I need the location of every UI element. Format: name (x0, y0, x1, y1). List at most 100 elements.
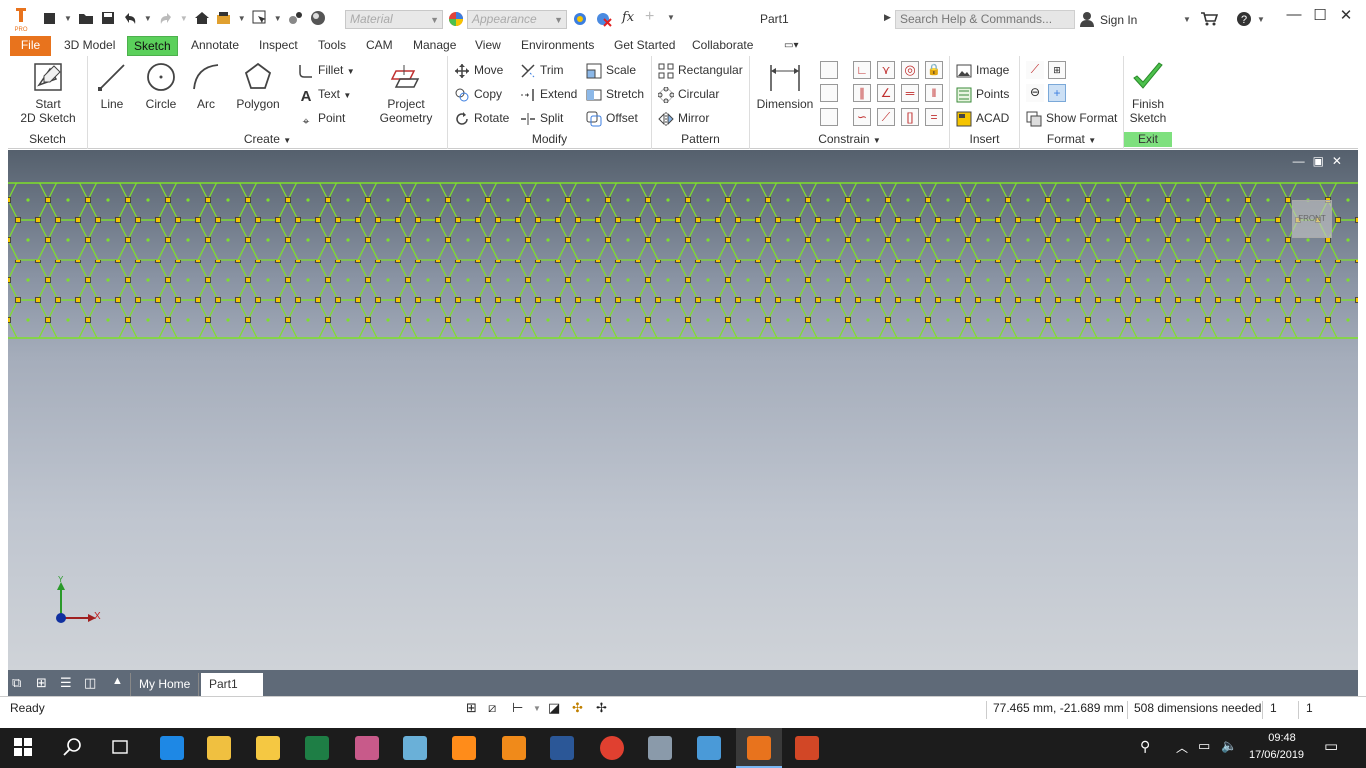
driven-dimension-icon[interactable]: + (1048, 84, 1066, 102)
symmetric-constraint-icon[interactable]: [] (901, 108, 919, 126)
tile-windows-icon[interactable]: ⊞ (36, 675, 47, 691)
project-icon[interactable] (216, 10, 232, 26)
text-button[interactable]: A Text ▼ (298, 84, 352, 105)
word-icon[interactable] (550, 736, 574, 760)
coincident-constraint-icon[interactable]: ∠ (877, 84, 895, 102)
smooth-constraint-icon[interactable]: ∽ (853, 108, 871, 126)
save-icon[interactable] (100, 10, 116, 26)
move-button[interactable]: Move (454, 60, 503, 80)
sign-in-dropdown-icon[interactable]: ▼ (1183, 15, 1191, 24)
vlc-icon[interactable] (502, 736, 526, 760)
tile-horizontal-icon[interactable]: ☰ (60, 675, 72, 691)
tab-cam[interactable]: CAM (360, 36, 399, 56)
center-point-icon[interactable]: ⊖ (1026, 84, 1044, 102)
snap-icon[interactable]: ✢ (596, 700, 607, 716)
mirror-button[interactable]: Mirror (658, 108, 709, 128)
dimension-display-icon[interactable]: ⊢ (512, 700, 523, 716)
select-dropdown-icon[interactable]: ▼ (274, 14, 282, 23)
excel-icon[interactable] (305, 736, 329, 760)
notifications-icon[interactable]: ▭ (1324, 737, 1338, 755)
tab-tools[interactable]: Tools (312, 36, 352, 56)
clock-time[interactable]: 09:48 (1262, 732, 1302, 744)
undo-icon[interactable] (122, 10, 138, 26)
panel-label-format[interactable]: Format ▼ (1020, 132, 1123, 146)
parallel-constraint-icon[interactable]: ∥ (853, 84, 871, 102)
windows-start-icon[interactable] (14, 738, 32, 759)
material-select[interactable]: Material ▼ (345, 10, 443, 29)
help-icon[interactable]: ? (1236, 11, 1252, 30)
project-dropdown-icon[interactable]: ▼ (238, 14, 246, 23)
fillet-button[interactable]: Fillet ▼ (298, 60, 355, 80)
tangent-constraint-icon[interactable]: ⋎ (877, 61, 895, 79)
grid-snap-icon[interactable]: ⊞ (466, 700, 477, 716)
view-icon[interactable]: ◪ (548, 700, 560, 716)
people-icon[interactable]: ⚲ (1140, 738, 1150, 755)
perpendicular-constraint-icon[interactable]: ∟ (853, 61, 871, 79)
inventor-taskbar-button[interactable] (736, 728, 782, 768)
tab-file[interactable]: File (10, 36, 51, 56)
concentric-constraint-icon[interactable]: ◎ (901, 61, 919, 79)
user-icon[interactable] (1080, 11, 1094, 30)
tab-collaborate[interactable]: Collaborate (686, 36, 759, 56)
chrome-icon[interactable] (600, 736, 624, 760)
ribbon-options-icon[interactable]: ▭▾ (778, 36, 804, 56)
project-geometry-button[interactable]: Project Geometry (378, 61, 434, 125)
auto-dimension-icon[interactable] (820, 61, 838, 79)
split-button[interactable]: Split (520, 108, 563, 128)
home-icon[interactable] (194, 10, 210, 26)
store-icon[interactable] (207, 736, 231, 760)
plus-icon[interactable]: + (645, 8, 654, 26)
chevron-down-icon[interactable]: ▼ (533, 704, 541, 713)
appearance-sphere-icon[interactable] (310, 10, 326, 26)
collinear-constraint-icon[interactable]: ⟋ (877, 108, 895, 126)
adjust-appearance-icon[interactable] (572, 11, 588, 30)
tab-inspect[interactable]: Inspect (253, 36, 304, 56)
construction-icon[interactable]: ⟋ (1026, 61, 1044, 79)
maximize-icon[interactable]: ☐ (1310, 6, 1330, 24)
select-mode-icon[interactable] (252, 10, 268, 26)
task-view-icon[interactable] (110, 737, 130, 760)
tab-view[interactable]: View (469, 36, 507, 56)
viewcube[interactable]: FRONT (1292, 200, 1332, 238)
open-folder-icon[interactable] (78, 10, 94, 26)
new-file-icon[interactable] (42, 10, 58, 26)
tab-sketch[interactable]: Sketch (127, 36, 178, 56)
app-icon-2[interactable] (697, 736, 721, 760)
new-dropdown-icon[interactable]: ▼ (64, 14, 72, 23)
redo-dropdown-icon[interactable]: ▼ (180, 14, 188, 23)
line-button[interactable]: Line (94, 61, 130, 111)
cart-icon[interactable] (1200, 11, 1219, 30)
control-panel-icon[interactable] (648, 736, 672, 760)
search-help-input[interactable]: Search Help & Commands... (895, 10, 1075, 29)
vertical-constraint-icon[interactable]: ‖ (925, 84, 943, 102)
polygon-button[interactable]: Polygon (232, 61, 284, 111)
graphics-viewport[interactable]: —▣✕ FRONT X Y (8, 150, 1358, 670)
edge-browser-icon[interactable] (160, 736, 184, 760)
tab-environments[interactable]: Environments (515, 36, 600, 56)
equal-constraint-icon[interactable]: = (925, 108, 943, 126)
fix-constraint-icon[interactable]: 🔒 (925, 61, 943, 79)
tab-3d-model[interactable]: 3D Model (58, 36, 121, 56)
search-icon[interactable] (62, 737, 82, 760)
circular-pattern-button[interactable]: Circular (657, 84, 719, 104)
show-constraints-icon[interactable] (820, 84, 838, 102)
constraint-settings-icon[interactable] (820, 108, 838, 126)
app-icon[interactable] (403, 736, 427, 760)
horizontal-constraint-icon[interactable]: ═ (901, 84, 919, 102)
offset-button[interactable]: Offset (586, 108, 638, 128)
sign-in-link[interactable]: Sign In (1100, 13, 1137, 27)
cascade-windows-icon[interactable]: ⧉ (12, 675, 21, 691)
close-icon[interactable]: ✕ (1336, 6, 1356, 24)
copy-button[interactable]: Copy (454, 84, 502, 104)
customize-qat-icon[interactable]: ▼ (667, 13, 675, 22)
rotate-button[interactable]: Rotate (454, 108, 509, 128)
sketch-lattice[interactable] (8, 180, 1358, 345)
file-explorer-icon[interactable] (256, 736, 280, 760)
tab-annotate[interactable]: Annotate (185, 36, 245, 56)
insert-image-button[interactable]: Image (956, 60, 1009, 80)
scale-button[interactable]: Scale (586, 60, 636, 80)
show-format-button[interactable]: Show Format (1026, 108, 1117, 128)
open-documents-icon[interactable]: ▲ (112, 675, 123, 687)
viewport-window-controls[interactable]: —▣✕ (1293, 154, 1350, 168)
panel-label-create[interactable]: Create ▼ (88, 132, 447, 146)
